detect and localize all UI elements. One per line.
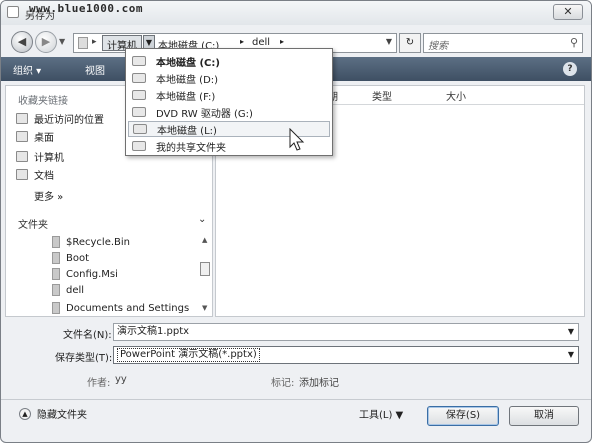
chevron-right-icon[interactable]: ▸ [240,37,244,46]
folder-icon [52,236,60,248]
folder-label: Boot [66,252,90,264]
dropdown-item-label: 本地磁盘 (C:) [156,57,220,69]
tags-label: 标记: [271,378,295,389]
nav-item-label: 桌面 [34,132,54,144]
dropdown-item-label: 本地磁盘 (D:) [156,74,219,86]
nav-item-label: 计算机 [34,152,64,164]
folder-item[interactable]: Documents and Settings [52,300,189,316]
drive-icon [132,56,146,66]
close-button[interactable]: ✕ [553,4,583,20]
chevron-down-icon[interactable]: ⌄ [198,214,206,225]
search-placeholder: 搜索 [428,41,448,52]
nav-item-label: 文档 [34,170,54,182]
author-label: 作者: [87,378,111,389]
scrollbar-thumb[interactable] [200,262,210,276]
folder-icon [52,302,60,314]
organize-button[interactable]: 组织 ▾ [13,62,41,77]
recent-places-icon [16,112,28,124]
drive-icon [133,124,147,134]
dropdown-item-dvd-g[interactable]: DVD RW 驱动器 (G:) [128,104,330,120]
dropdown-item-drive-c[interactable]: 本地磁盘 (C:) [128,53,330,69]
save-type-value: PowerPoint 演示文稿(*.pptx) [117,348,260,362]
breadcrumb-dell[interactable]: dell [252,37,270,48]
back-button[interactable]: ◀ [11,31,33,53]
filename-label: 文件名(N): [63,330,112,341]
search-input[interactable]: 搜索 ⚲ [423,33,583,53]
chevron-down-icon[interactable]: ▼ [568,324,574,340]
save-type-select[interactable]: PowerPoint 演示文稿(*.pptx) ▼ [113,346,579,364]
tags-input[interactable]: 添加标记 [299,374,339,389]
column-header-type[interactable]: 类型 [372,88,392,103]
nav-item-recent[interactable]: 最近访问的位置 [16,110,104,126]
save-type-label: 保存类型(T): [55,353,113,364]
folders-header[interactable]: 文件夹 [18,216,48,231]
computer-icon [16,150,28,162]
dropdown-item-label: 本地磁盘 (L:) [157,125,217,137]
hide-folders-button[interactable]: ▲ 隐藏文件夹 [19,406,87,421]
nav-item-computer[interactable]: 计算机 [16,148,64,164]
dropdown-item-drive-d[interactable]: 本地磁盘 (D:) [128,70,330,86]
shared-folder-icon [132,141,146,151]
footer-divider [1,399,591,400]
folder-icon [78,37,88,49]
folder-label: dell [66,284,85,296]
app-icon [7,6,19,18]
chevron-right-icon[interactable]: ▸ [280,37,284,46]
forward-button[interactable]: ▶ [35,31,57,53]
scroll-down-arrow[interactable]: ▼ [202,304,207,312]
folder-label: $Recycle.Bin [66,236,131,248]
folder-label: Documents and Settings [66,302,190,314]
folder-item[interactable]: $Recycle.Bin [52,234,130,250]
search-icon[interactable]: ⚲ [570,36,578,49]
scroll-up-arrow[interactable]: ▲ [202,236,207,244]
more-link[interactable]: 更多 » [34,188,63,203]
hide-folders-label: 隐藏文件夹 [37,410,87,421]
dropdown-item-label: 本地磁盘 (F:) [156,91,216,103]
folder-item[interactable]: Boot [52,250,89,266]
folder-icon [52,284,60,296]
nav-item-label: 最近访问的位置 [34,114,104,126]
folder-icon [52,252,60,264]
mouse-cursor-icon [289,128,305,151]
desktop-icon [16,130,28,142]
cancel-button[interactable]: 取消 [509,406,579,426]
drive-icon [132,90,146,100]
save-button[interactable]: 保存(S) [427,406,499,426]
history-dropdown-icon[interactable]: ▼ [59,37,65,46]
address-dropdown-icon[interactable]: ▼ [386,37,392,46]
column-header-size[interactable]: 大小 [446,88,466,103]
documents-icon [16,168,28,180]
help-icon[interactable]: ? [563,62,577,76]
dvd-icon [132,107,146,117]
favorites-header: 收藏夹链接 [18,96,68,107]
folder-item[interactable]: Config.Msi [52,266,118,282]
dropdown-item-label: 我的共享文件夹 [156,142,226,154]
dropdown-item-drive-f[interactable]: 本地磁盘 (F:) [128,87,330,103]
drive-icon [132,73,146,83]
folder-label: Config.Msi [66,268,118,280]
refresh-button[interactable]: ↻ [399,33,421,53]
filename-value: 演示文稿1.pptx [117,326,190,337]
view-button[interactable]: 视图 [85,62,105,77]
chevron-down-icon[interactable]: ▼ [568,347,574,363]
author-value[interactable]: yy [115,374,127,385]
nav-item-documents[interactable]: 文档 [16,166,54,182]
watermark-text: www.blue1000.com [29,2,143,15]
chevron-up-icon: ▲ [19,407,31,420]
nav-item-desktop[interactable]: 桌面 [16,128,54,144]
dropdown-item-label: DVD RW 驱动器 (G:) [156,108,253,120]
folder-item[interactable]: dell [52,282,84,298]
folder-icon [52,268,60,280]
titlebar: 另存为 www.blue1000.com ✕ [1,1,591,25]
save-as-dialog: 另存为 www.blue1000.com ✕ ◀ ▶ ▼ ▸ 计算机 ▼ 本地磁… [0,0,592,443]
tools-button[interactable]: 工具(L) ▼ [359,406,403,421]
chevron-right-icon[interactable]: ▸ [92,37,97,47]
filename-input[interactable]: 演示文稿1.pptx ▼ [113,323,579,341]
